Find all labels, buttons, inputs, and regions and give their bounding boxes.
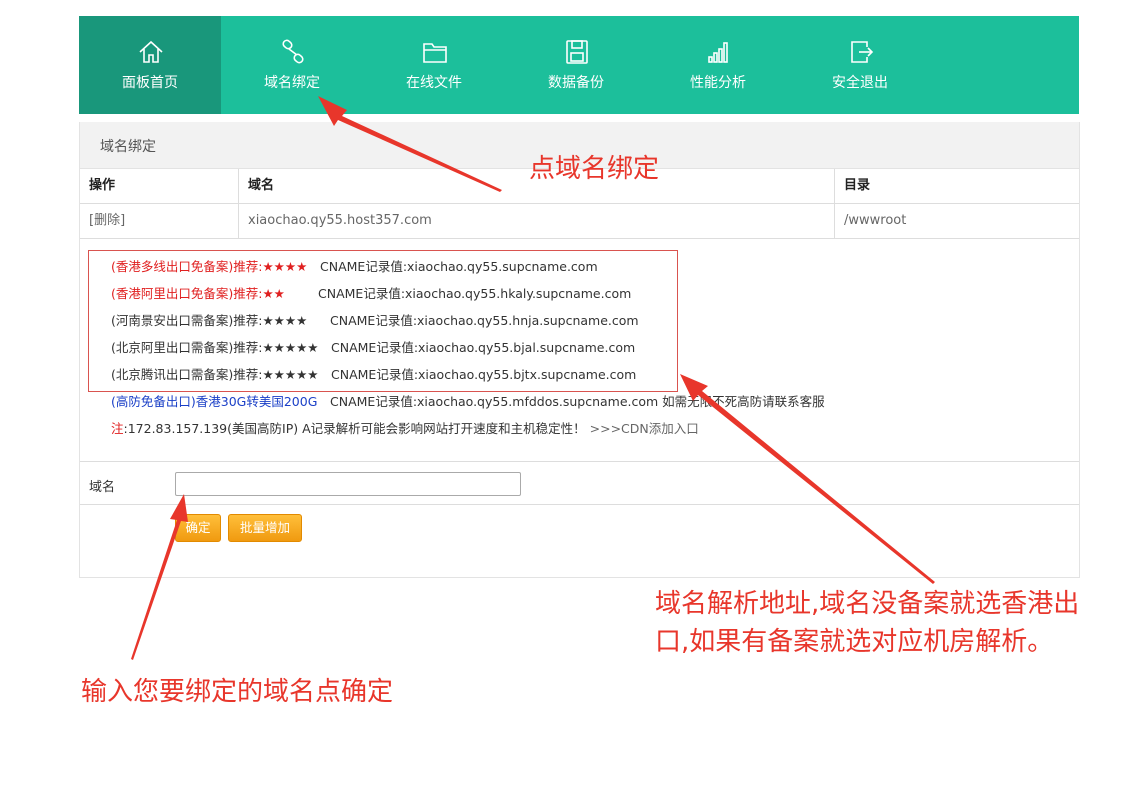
batch-add-button[interactable]: 批量增加 xyxy=(228,514,302,542)
nav-home-label: 面板首页 xyxy=(122,75,178,91)
cname-line: (北京阿里出口需备案)推荐:★★★★★ CNAME记录值:xiaochao.qy… xyxy=(111,340,636,355)
signal-icon xyxy=(708,42,728,63)
domain-bind-panel: 域名绑定 操作 域名 目录 [删除] xiaochao.qy55.host357… xyxy=(79,122,1080,578)
nav-performance[interactable]: 性能分析 xyxy=(647,16,789,114)
nav-online-files-label: 在线文件 xyxy=(406,75,462,91)
col-directory: 目录 xyxy=(844,178,871,193)
row-domain: xiaochao.qy55.host357.com xyxy=(239,204,835,238)
annotation-click-bind: 点域名绑定 xyxy=(529,154,660,184)
cname-line: (北京腾讯出口需备案)推荐:★★★★★ CNAME记录值:xiaochao.qy… xyxy=(111,367,637,382)
cname-line: (河南景安出口需备案)推荐:★★★★ CNAME记录值:xiaochao.qy5… xyxy=(111,313,639,328)
cname-info-section: (香港多线出口免备案)推荐:★★★★ CNAME记录值:xiaochao.qy5… xyxy=(80,239,1079,462)
link-icon xyxy=(282,39,304,64)
col-action: 操作 xyxy=(80,169,239,203)
note-label: 注 xyxy=(111,421,124,436)
domain-form-row: 域名 xyxy=(80,464,1079,505)
annotation-resolve-line1: 域名解析地址,域名没备案就选香港出 xyxy=(655,589,1080,619)
row-directory: /wwwroot xyxy=(844,213,907,228)
delete-link[interactable]: [删除] xyxy=(89,213,125,228)
ddos-line: (高防免备出口)香港30G转美国200G CNAME记录值:xiaochao.q… xyxy=(111,394,825,409)
nav-logout-label: 安全退出 xyxy=(832,75,888,91)
top-nav: 面板首页 域名绑定 在线文件 数据备份 性能分析 安全退出 xyxy=(79,16,1079,114)
cname-line: (香港多线出口免备案)推荐:★★★★ CNAME记录值:xiaochao.qy5… xyxy=(111,259,598,274)
home-icon xyxy=(139,40,163,63)
save-icon xyxy=(566,40,588,64)
cname-line: (香港阿里出口免备案)推荐:★★ CNAME记录值:xiaochao.qy55.… xyxy=(111,286,632,301)
note-line: 注:172.83.157.139(美国高防IP) A记录解析可能会影响网站打开速… xyxy=(111,419,699,439)
domain-input-label: 域名 xyxy=(89,480,116,495)
table-row: [删除] xiaochao.qy55.host357.com /wwwroot xyxy=(80,204,1079,239)
folder-icon xyxy=(423,43,447,63)
cdn-add-link[interactable]: >>>CDN添加入口 xyxy=(590,421,699,436)
nav-domain-bind[interactable]: 域名绑定 xyxy=(221,16,363,114)
nav-domain-bind-label: 域名绑定 xyxy=(264,75,320,91)
nav-logout[interactable]: 安全退出 xyxy=(789,16,931,114)
note-text: :172.83.157.139(美国高防IP) A记录解析可能会影响网站打开速度… xyxy=(123,421,586,436)
domain-input[interactable] xyxy=(175,472,521,496)
nav-online-files[interactable]: 在线文件 xyxy=(363,16,505,114)
confirm-button[interactable]: 确定 xyxy=(175,514,221,542)
nav-data-backup-label: 数据备份 xyxy=(548,75,604,91)
annotation-enter-domain: 输入您要绑定的域名点确定 xyxy=(81,677,394,707)
nav-data-backup[interactable]: 数据备份 xyxy=(505,16,647,114)
nav-home[interactable]: 面板首页 xyxy=(79,16,221,114)
nav-performance-label: 性能分析 xyxy=(690,75,746,91)
annotation-resolve-line2: 口,如果有备案就选对应机房解析。 xyxy=(655,627,1054,657)
panel-title: 域名绑定 xyxy=(100,139,156,155)
logout-icon xyxy=(851,41,874,63)
